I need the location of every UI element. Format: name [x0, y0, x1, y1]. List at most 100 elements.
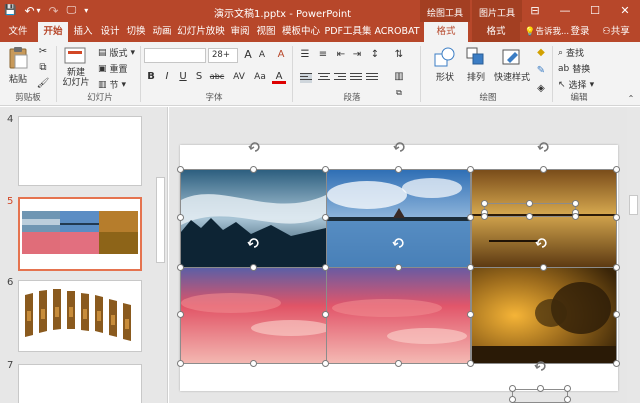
tab-transitions[interactable]: 切换 [123, 22, 149, 42]
resize-handle[interactable] [250, 264, 257, 271]
share-button[interactable]: ⚇共享 [594, 22, 638, 42]
tab-home[interactable]: 开始 [38, 22, 68, 42]
resize-handle[interactable] [537, 385, 544, 392]
resize-handle[interactable] [395, 264, 402, 271]
font-color-button[interactable]: A [272, 70, 286, 84]
save-icon[interactable]: 💾 [4, 3, 16, 19]
rotate-handle-icon[interactable] [534, 359, 548, 373]
underline-button[interactable]: U [176, 70, 190, 84]
slide-thumbnail-5[interactable] [18, 197, 142, 271]
undo-dropdown-icon[interactable]: ▾ [37, 3, 41, 19]
resize-handle[interactable] [509, 385, 516, 392]
increase-indent-icon[interactable]: ⇥ [350, 48, 364, 62]
select-button[interactable]: ↖ 选择 ▾ [558, 78, 594, 92]
bold-button[interactable]: B [144, 70, 158, 84]
resize-handle[interactable] [613, 166, 620, 173]
rotate-handle-icon[interactable] [537, 140, 551, 154]
maximize-button[interactable]: ☐ [580, 0, 610, 22]
login-link[interactable]: 登录 [566, 22, 594, 42]
scrollbar-thumb[interactable] [156, 177, 165, 263]
slide-thumbnail-6[interactable] [18, 280, 142, 352]
text-direction-icon[interactable]: ⇅ [392, 48, 406, 62]
resize-handle[interactable] [322, 264, 329, 271]
tab-file[interactable]: 文件 [2, 22, 34, 42]
tell-me-box[interactable]: 💡告诉我... [524, 22, 570, 42]
align-center-icon[interactable] [318, 73, 330, 83]
change-case-button[interactable]: Aa [252, 70, 268, 84]
resize-handle[interactable] [540, 166, 547, 173]
layout-button[interactable]: ▤ 版式 ▾ [98, 46, 135, 60]
decrease-indent-icon[interactable]: ⇤ [334, 48, 348, 62]
font-size-combo[interactable]: 28+ [208, 48, 238, 63]
resize-handle[interactable] [481, 213, 488, 220]
resize-handle[interactable] [467, 264, 474, 271]
paste-button[interactable]: 粘贴 [4, 46, 32, 85]
copy-icon[interactable]: ⧉ [36, 61, 50, 75]
rotate-handle-icon[interactable] [247, 236, 261, 250]
tab-template-center[interactable]: 模板中心 [279, 22, 323, 42]
font-name-combo[interactable] [144, 48, 206, 63]
resize-handle[interactable] [250, 360, 257, 367]
resize-handle[interactable] [177, 360, 184, 367]
undo-icon[interactable]: ↶ [24, 3, 34, 19]
bullets-icon[interactable]: ☰ [298, 48, 312, 62]
resize-handle[interactable] [322, 311, 329, 318]
line-spacing-icon[interactable]: ↕ [368, 48, 382, 62]
resize-handle[interactable] [177, 166, 184, 173]
tab-insert[interactable]: 插入 [69, 22, 97, 42]
find-button[interactable]: ⌕ 查找 [558, 46, 584, 60]
resize-handle[interactable] [564, 396, 571, 403]
present-icon[interactable]: 🖵 [67, 3, 77, 19]
resize-handle[interactable] [572, 213, 579, 220]
align-left-icon[interactable] [300, 73, 312, 83]
cut-icon[interactable]: ✂ [36, 45, 50, 59]
tab-review[interactable]: 审阅 [227, 22, 253, 42]
tab-format-picture[interactable]: 格式 [472, 22, 520, 42]
resize-handle[interactable] [572, 200, 579, 207]
thumbnail-scrollbar[interactable] [154, 107, 167, 403]
tab-animations[interactable]: 动画 [149, 22, 175, 42]
numbering-icon[interactable]: ≡ [316, 48, 330, 62]
shape-fill-icon[interactable]: ◆ [534, 46, 548, 60]
shrink-font-button[interactable]: A [255, 48, 269, 62]
grow-font-button[interactable]: A [241, 48, 255, 62]
resize-handle[interactable] [177, 264, 184, 271]
tab-design[interactable]: 设计 [97, 22, 123, 42]
resize-handle[interactable] [395, 166, 402, 173]
clear-format-button[interactable]: A [274, 48, 288, 62]
resize-handle[interactable] [322, 166, 329, 173]
rotate-handle-icon[interactable] [393, 140, 407, 154]
align-right-icon[interactable] [334, 73, 346, 83]
close-button[interactable]: ✕ [610, 0, 640, 22]
resize-handle[interactable] [481, 200, 488, 207]
columns-icon[interactable]: ▥ [392, 70, 406, 84]
resize-handle[interactable] [540, 264, 547, 271]
resize-handle[interactable] [322, 360, 329, 367]
tab-format-drawing[interactable]: 格式 [424, 22, 468, 42]
italic-button[interactable]: I [160, 70, 174, 84]
editor-scrollbar[interactable] [627, 107, 640, 403]
justify-icon[interactable] [350, 73, 362, 83]
tab-acrobat[interactable]: ACROBAT [373, 22, 421, 42]
ribbon-display-options-icon[interactable]: ⊟ [520, 0, 550, 22]
resize-handle[interactable] [526, 200, 533, 207]
redo-icon[interactable]: ↷ [49, 3, 59, 19]
rotate-handle-icon[interactable] [248, 140, 262, 154]
resize-handle[interactable] [467, 166, 474, 173]
resize-handle[interactable] [509, 396, 516, 403]
resize-handle[interactable] [526, 213, 533, 220]
resize-handle[interactable] [467, 214, 474, 221]
char-spacing-button[interactable]: AV [230, 70, 248, 84]
minimize-button[interactable]: — [550, 0, 580, 22]
slide-thumbnail-7[interactable] [18, 364, 142, 403]
reset-button[interactable]: ▣ 重置 [98, 62, 128, 76]
collapse-ribbon-icon[interactable]: ⌃ [624, 92, 638, 106]
rotate-handle-icon[interactable] [392, 236, 406, 250]
shapes-button[interactable]: 形状 [430, 46, 460, 83]
scrollbar-thumb[interactable] [629, 195, 638, 215]
tab-slideshow[interactable]: 幻灯片放映 [175, 22, 227, 42]
customize-qat-icon[interactable]: ▾ [84, 3, 88, 19]
slide-thumbnail-4[interactable] [18, 116, 142, 186]
resize-handle[interactable] [467, 311, 474, 318]
new-slide-button[interactable]: 新建 幻灯片 [60, 46, 92, 88]
